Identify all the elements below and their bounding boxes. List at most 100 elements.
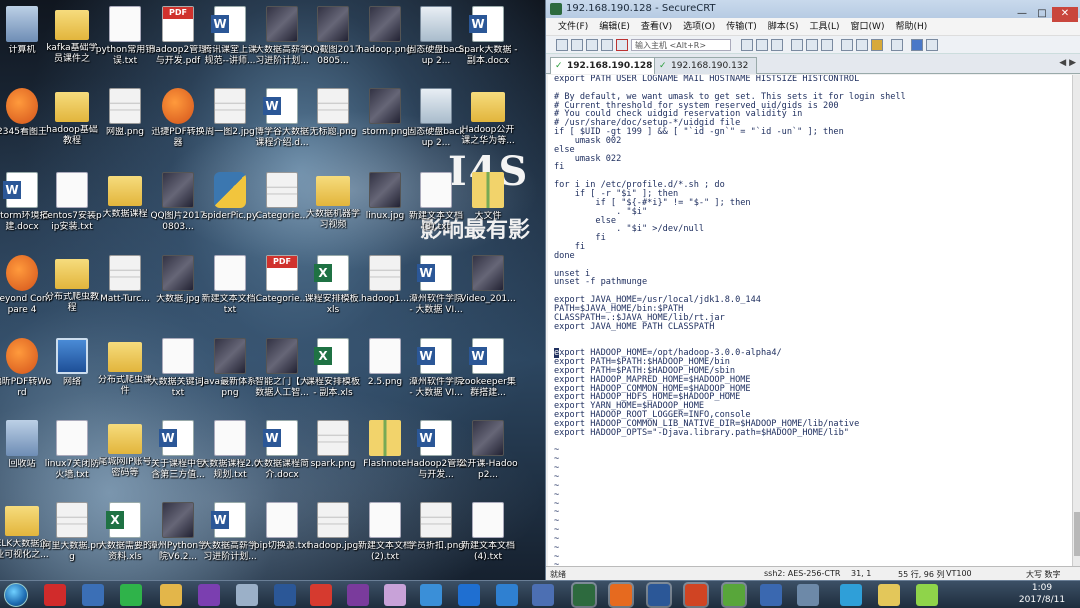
connect-icon[interactable] xyxy=(556,39,568,51)
desktop-icon[interactable]: 潭州软件学院 - 大数据 VI... xyxy=(406,336,466,418)
desktop-icon[interactable]: 课程安排模板.xls xyxy=(303,253,363,335)
desktop-icon[interactable]: Hadoop2管理与开发.pdf xyxy=(148,4,208,86)
desktop-icon[interactable]: 大文件 xyxy=(458,170,518,252)
menu-item[interactable]: 编辑(E) xyxy=(599,18,630,36)
wechat-icon[interactable] xyxy=(120,584,142,606)
desktop-icon[interactable]: spiderPic.py xyxy=(200,170,260,252)
media-icon[interactable] xyxy=(384,584,406,606)
system-clock[interactable]: 1:09 2017/8/11 xyxy=(1012,582,1072,606)
word2-icon[interactable] xyxy=(648,584,670,606)
desktop-icon[interactable]: 关于课程中包含第三方值... xyxy=(148,418,208,500)
quick-connect-icon[interactable] xyxy=(571,39,583,51)
firefox-icon[interactable] xyxy=(610,584,632,606)
desktop-icon[interactable]: 学员折扣.png xyxy=(406,500,466,580)
desktop-icon[interactable]: 大数据.jpg xyxy=(148,253,208,335)
script-icon[interactable] xyxy=(891,39,903,51)
menu-item[interactable]: 帮助(H) xyxy=(895,18,927,36)
edit-icon[interactable] xyxy=(760,584,782,606)
desktop-icon[interactable]: 无标题.png xyxy=(303,86,363,168)
qq-icon[interactable] xyxy=(44,584,66,606)
desktop-icon[interactable]: QQ图片20170803... xyxy=(148,170,208,252)
intellij-icon[interactable] xyxy=(198,584,220,606)
desktop-icon[interactable]: 新建文本文档(4).txt xyxy=(458,500,518,580)
desktop-icon[interactable]: 固态硬盘backup 2... xyxy=(406,4,466,86)
desktop-icon[interactable]: zookeeper集群搭建... xyxy=(458,336,518,418)
terminal-output[interactable]: export PATH USER LOGNAME MAIL HOSTNAME H… xyxy=(548,75,1072,566)
menu-item[interactable]: 查看(V) xyxy=(641,18,672,36)
connect-tab-icon[interactable] xyxy=(586,39,598,51)
desktop-icon[interactable]: Hadoop公开课之华为等... xyxy=(458,86,518,168)
desktop-icon[interactable]: 潭州Python学院V6.2... xyxy=(148,500,208,580)
desktop-icon[interactable]: hadoop基础教程 xyxy=(42,86,102,168)
session-options-icon[interactable] xyxy=(821,39,833,51)
menu-item[interactable]: 文件(F) xyxy=(558,18,588,36)
desktop-icon[interactable]: 分布式爬虫教程 xyxy=(42,253,102,335)
copy-icon[interactable] xyxy=(741,39,753,51)
print-icon[interactable] xyxy=(791,39,803,51)
desktop-icon[interactable]: 公开课-Hadoop2... xyxy=(458,418,518,500)
desktop-icon[interactable]: 潭州软件学院 - 大数据 VI... xyxy=(406,253,466,335)
teamviewer-icon[interactable] xyxy=(458,584,480,606)
key-icon[interactable] xyxy=(871,39,883,51)
find-icon[interactable] xyxy=(771,39,783,51)
maximize-icon[interactable]: □ xyxy=(1032,7,1052,22)
ppt-icon[interactable] xyxy=(685,584,707,606)
desktop-icon[interactable]: 大数据课程 xyxy=(95,170,155,252)
desktop-icon[interactable]: 大数据关键词.txt xyxy=(148,336,208,418)
host-input[interactable]: 输入主机 <Alt+R> xyxy=(631,39,731,51)
arrow-icon[interactable] xyxy=(420,584,442,606)
desktop-icon[interactable]: Hadoop2管理与开发... xyxy=(406,418,466,500)
desktop-icon[interactable]: centos7安装pip安装.txt xyxy=(42,170,102,252)
reconnect-icon[interactable] xyxy=(601,39,613,51)
box-icon[interactable] xyxy=(236,584,258,606)
vs-icon[interactable] xyxy=(532,584,554,606)
explorer-icon[interactable] xyxy=(82,584,104,606)
window-titlebar[interactable]: 192.168.190.128 - SecureCRT — □ ✕ xyxy=(546,0,1080,22)
menu-item[interactable]: 选项(O) xyxy=(683,18,715,36)
screen-icon[interactable] xyxy=(797,584,819,606)
close-icon[interactable]: ✕ xyxy=(1052,7,1078,22)
desktop-icon[interactable]: 课程安排模板 - 副本.xls xyxy=(303,336,363,418)
terminal-scrollbar[interactable] xyxy=(1072,75,1080,566)
word-icon[interactable] xyxy=(274,584,296,606)
youdao-icon[interactable] xyxy=(310,584,332,606)
desktop-icon[interactable]: 周一图2.jpg xyxy=(200,86,260,168)
start-button[interactable] xyxy=(4,583,28,607)
menu-item[interactable]: 窗口(W) xyxy=(851,18,885,36)
onenote-icon[interactable] xyxy=(347,584,369,606)
ball-icon[interactable] xyxy=(916,584,938,606)
desktop-icon[interactable]: Matt-Turc... xyxy=(95,253,155,335)
desktop-icon[interactable]: 网络 xyxy=(42,336,102,418)
terminal-icon[interactable] xyxy=(573,584,595,606)
desktop-icon[interactable]: Spark大数据 - 副本.docx xyxy=(458,4,518,86)
help-icon[interactable] xyxy=(911,39,923,51)
desktop-icon[interactable]: 大数据高薪学习进阶计划... xyxy=(200,500,260,580)
desktop-icon[interactable]: hadoop.jpg xyxy=(303,500,363,580)
minimize-icon[interactable]: — xyxy=(1012,7,1032,22)
green-app-icon[interactable] xyxy=(723,584,745,606)
menu-item[interactable]: 传输(T) xyxy=(726,18,757,36)
desktop-icon[interactable]: QQ截图20170805... xyxy=(303,4,363,86)
desktop-icon[interactable]: 新建文本文档.txt xyxy=(200,253,260,335)
folder-icon[interactable] xyxy=(160,584,182,606)
desktop-icon[interactable]: 分布式爬虫课件 xyxy=(95,336,155,418)
desktop-icon[interactable]: 大数据机器学习视频 xyxy=(303,170,363,252)
tab-session-2[interactable]: ✓ 192.168.190.132 xyxy=(654,57,758,74)
desktop-icon[interactable]: kafka基础学员课件之 xyxy=(42,4,102,86)
desktop-icon[interactable]: python常用错误.txt xyxy=(95,4,155,86)
desktop-icon[interactable]: 新建文本文档(3).txt xyxy=(406,170,466,252)
desktop-icon[interactable]: 大数据课程2.0规划.txt xyxy=(200,418,260,500)
paste-icon[interactable] xyxy=(756,39,768,51)
note-icon[interactable] xyxy=(878,584,900,606)
sftp-icon[interactable] xyxy=(856,39,868,51)
desktop-icon[interactable]: 迅捷PDF转换器 xyxy=(148,86,208,168)
desktop-icon[interactable]: 尾城网IP账号密码等 xyxy=(95,418,155,500)
desktop-icon[interactable]: Video_201... xyxy=(458,253,518,335)
desktop-icon[interactable]: Java最新体系.png xyxy=(200,336,260,418)
record-icon[interactable] xyxy=(496,584,518,606)
desktop-icon[interactable]: linux7关闭防火墙.txt xyxy=(42,418,102,500)
desktop-icon[interactable]: 腾讯课堂上课规范--讲师... xyxy=(200,4,260,86)
tab-scroll-icon[interactable]: ◀ ▶ xyxy=(1059,58,1076,68)
print-setup-icon[interactable] xyxy=(806,39,818,51)
scrollbar-thumb[interactable] xyxy=(1074,512,1080,556)
